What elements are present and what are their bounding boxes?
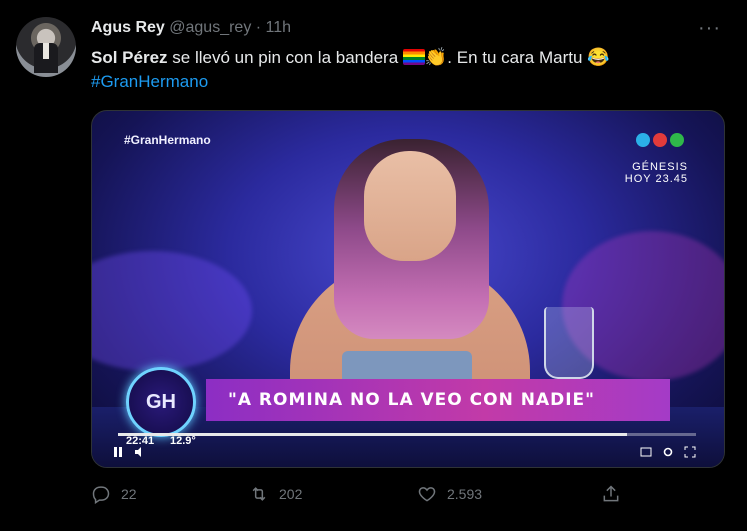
fullscreen-icon[interactable] bbox=[684, 446, 696, 458]
promo-title: GÉNESIS bbox=[632, 161, 688, 173]
reply-icon bbox=[92, 486, 110, 504]
separator: · bbox=[255, 19, 262, 36]
settings-icon[interactable] bbox=[662, 446, 674, 458]
control-row bbox=[112, 443, 696, 461]
gh-logo: GH bbox=[126, 367, 196, 437]
hashtag-link[interactable]: #GranHermano bbox=[91, 72, 208, 91]
captions-icon[interactable] bbox=[640, 446, 652, 458]
program-promo: GÉNESIS HOY 23.45 bbox=[625, 161, 688, 185]
promo-schedule: HOY 23.45 bbox=[624, 173, 688, 185]
logo-dot-red bbox=[653, 133, 667, 147]
water-glass bbox=[544, 307, 594, 379]
like-count: 2.593 bbox=[447, 486, 483, 502]
laughing-face-icon: 😂 bbox=[587, 47, 610, 67]
like-button[interactable]: 2.593 bbox=[417, 484, 482, 504]
video-controls bbox=[92, 431, 724, 467]
text-part-1: se llevó un pin con la bandera bbox=[167, 48, 403, 67]
person-face bbox=[364, 151, 456, 261]
tweet-header: Agus Rey @agus_rey · 11h bbox=[91, 19, 291, 37]
banner-text: "A ROMINA NO LA VEO CON NADIE" bbox=[228, 390, 596, 410]
network-logo bbox=[636, 133, 684, 147]
mention-name: Sol Pérez bbox=[91, 48, 168, 67]
more-options-button[interactable]: ··· bbox=[698, 17, 721, 40]
retweet-button[interactable]: 202 bbox=[249, 484, 302, 504]
share-icon bbox=[603, 485, 619, 502]
logo-dot-blue bbox=[636, 133, 650, 147]
like-icon bbox=[418, 487, 436, 502]
retweet-icon bbox=[252, 487, 266, 501]
author-handle[interactable]: @agus_rey bbox=[169, 19, 251, 36]
timestamp[interactable]: 11h bbox=[266, 19, 292, 36]
author-name[interactable]: Agus Rey bbox=[91, 19, 165, 36]
tweet-text: Sol Pérez se llevó un pin con la bandera… bbox=[91, 46, 610, 94]
video-player[interactable]: #GranHermano GÉNESIS HOY 23.45 GH "A ROM… bbox=[91, 110, 725, 468]
avatar[interactable] bbox=[16, 17, 76, 77]
retweet-count: 202 bbox=[279, 486, 303, 502]
tv-hashtag: #GranHermano bbox=[124, 133, 211, 147]
lower-third-banner: "A ROMINA NO LA VEO CON NADIE" bbox=[206, 379, 670, 421]
reply-count: 22 bbox=[121, 486, 137, 502]
progress-fill bbox=[118, 433, 627, 436]
rainbow-flag-icon bbox=[402, 49, 425, 65]
volume-icon[interactable] bbox=[134, 446, 146, 458]
share-button[interactable] bbox=[601, 484, 621, 504]
avatar-shirt bbox=[43, 43, 49, 59]
stage-light bbox=[92, 251, 252, 371]
text-part-2: . En tu cara Martu bbox=[447, 48, 588, 67]
tweet-actions: 22 202 2.593 bbox=[91, 480, 631, 508]
pause-icon[interactable] bbox=[112, 446, 124, 458]
progress-bar[interactable] bbox=[118, 433, 696, 436]
logo-dot-green bbox=[670, 133, 684, 147]
reply-button[interactable]: 22 bbox=[91, 484, 137, 504]
clapping-hands-icon: 👏 bbox=[424, 47, 448, 67]
